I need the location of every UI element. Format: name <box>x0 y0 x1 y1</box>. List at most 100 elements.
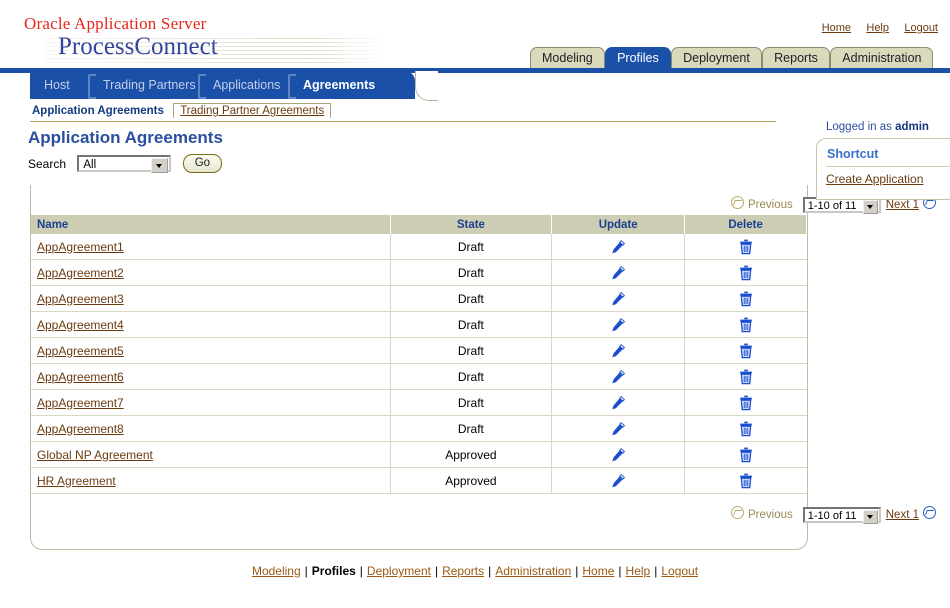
trash-icon[interactable] <box>739 343 753 359</box>
table-body: AppAgreement1 Draft AppAgreement2 Draft AppA… <box>31 234 807 494</box>
pencil-icon[interactable] <box>610 343 626 359</box>
secondary-tab-bar-corner <box>415 71 438 101</box>
page-range-value: 1-10 of 11 <box>807 509 857 522</box>
agreement-link[interactable]: HR Agreement <box>37 474 116 488</box>
tab-reports[interactable]: Reports <box>762 47 830 69</box>
pencil-icon[interactable] <box>610 291 626 307</box>
cell-name: HR Agreement <box>31 467 391 494</box>
tab-modeling[interactable]: Modeling <box>530 47 605 69</box>
search-filter-select[interactable]: All <box>77 155 172 173</box>
footer-link-administration[interactable]: Administration <box>495 564 571 578</box>
cell-delete <box>684 285 807 312</box>
cell-state: Draft <box>390 285 553 312</box>
trash-icon[interactable] <box>739 317 753 333</box>
page-title: Application Agreements <box>28 128 223 147</box>
footer-link-home[interactable]: Home <box>582 564 614 578</box>
next-page-link-top[interactable]: Next 1 <box>886 199 919 211</box>
cell-update <box>551 285 686 312</box>
global-link-home[interactable]: Home <box>822 22 851 34</box>
search-go-button[interactable]: Go <box>182 154 223 173</box>
pencil-icon[interactable] <box>610 265 626 281</box>
column-header-name[interactable]: Name <box>31 215 391 234</box>
agreement-link[interactable]: AppAgreement7 <box>37 396 124 410</box>
trash-icon[interactable] <box>739 291 753 307</box>
pencil-icon[interactable] <box>610 421 626 437</box>
previous-label: Previous <box>748 509 793 521</box>
column-header-update[interactable]: Update <box>551 215 686 234</box>
cell-delete <box>684 259 807 286</box>
tab-separator-3 <box>288 74 296 99</box>
logged-in-prefix: Logged in as <box>826 121 896 133</box>
previous-label: Previous <box>748 199 793 211</box>
footer-separator: | <box>434 564 439 578</box>
trash-icon[interactable] <box>739 239 753 255</box>
chevron-down-icon[interactable] <box>862 199 878 214</box>
pencil-icon[interactable] <box>610 317 626 333</box>
table-row: AppAgreement1 Draft <box>31 234 807 260</box>
footer-link-help[interactable]: Help <box>626 564 651 578</box>
cell-delete <box>684 389 807 416</box>
trash-icon[interactable] <box>739 447 753 463</box>
tab-separator-1 <box>88 74 96 99</box>
agreement-link[interactable]: AppAgreement3 <box>37 292 124 306</box>
subtab-host[interactable]: Host <box>44 71 70 99</box>
table-row: AppAgreement8 Draft <box>31 415 807 442</box>
column-header-delete[interactable]: Delete <box>684 215 807 234</box>
table-row: AppAgreement5 Draft <box>31 337 807 364</box>
footer-link-modeling[interactable]: Modeling <box>252 564 301 578</box>
footer-link-logout[interactable]: Logout <box>661 564 698 578</box>
next-page-link-bottom[interactable]: Next 1 <box>886 509 919 521</box>
tab-deployment[interactable]: Deployment <box>671 47 762 69</box>
pencil-icon[interactable] <box>610 239 626 255</box>
tab-profiles[interactable]: Profiles <box>605 47 671 69</box>
agreement-link[interactable]: AppAgreement1 <box>37 240 124 254</box>
cell-update <box>551 234 686 260</box>
agreement-link[interactable]: AppAgreement2 <box>37 266 124 280</box>
trash-icon[interactable] <box>739 369 753 385</box>
cell-update <box>551 467 686 494</box>
cell-name: AppAgreement5 <box>31 337 391 364</box>
trash-icon[interactable] <box>739 265 753 281</box>
chevron-down-icon[interactable] <box>862 509 878 524</box>
trash-icon[interactable] <box>739 421 753 437</box>
subtab-trading-partner-agreements[interactable]: Trading Partner Agreements <box>173 103 332 118</box>
agreement-link[interactable]: AppAgreement6 <box>37 370 124 384</box>
tab-administration[interactable]: Administration <box>830 47 934 69</box>
subtab-trading-partners[interactable]: Trading Partners <box>103 71 196 99</box>
next-arrow-icon[interactable] <box>923 506 936 519</box>
subtab-agreements[interactable]: Agreements <box>303 71 375 99</box>
subtab-application-agreements[interactable]: Application Agreements <box>30 104 170 118</box>
pencil-icon[interactable] <box>610 447 626 463</box>
global-link-help[interactable]: Help <box>866 22 889 34</box>
shortcut-create-application-link[interactable]: Create Application <box>826 172 923 186</box>
footer-link-deployment[interactable]: Deployment <box>367 564 431 578</box>
subtab-applications[interactable]: Applications <box>213 71 280 99</box>
column-header-state[interactable]: State <box>390 215 553 234</box>
agreement-link[interactable]: AppAgreement8 <box>37 422 124 436</box>
logged-in-status: Logged in as admin <box>826 121 929 133</box>
trash-icon[interactable] <box>739 473 753 489</box>
cell-state: Draft <box>390 259 553 286</box>
shortcut-panel-title: Shortcut <box>827 147 879 161</box>
primary-tab-bar: Modeling Profiles Deployment Reports Adm… <box>530 47 934 69</box>
agreements-table: Name State Update Delete AppAgreement1 Dr… <box>31 215 807 494</box>
global-link-logout[interactable]: Logout <box>904 22 938 34</box>
logo-line-processconnect: ProcessConnect <box>58 33 218 60</box>
agreement-link[interactable]: AppAgreement4 <box>37 318 124 332</box>
pencil-icon[interactable] <box>610 369 626 385</box>
table-header-row: Name State Update Delete <box>31 215 807 234</box>
agreement-link[interactable]: AppAgreement5 <box>37 344 124 358</box>
trash-icon[interactable] <box>739 395 753 411</box>
pencil-icon[interactable] <box>610 473 626 489</box>
logged-in-username: admin <box>895 121 929 133</box>
table-row: AppAgreement4 Draft <box>31 311 807 338</box>
agreement-link[interactable]: Global NP Agreement <box>37 448 153 462</box>
cell-delete <box>684 311 807 338</box>
pencil-icon[interactable] <box>610 395 626 411</box>
chevron-down-icon[interactable] <box>151 158 169 173</box>
product-logo: Oracle Application Server ProcessConnect <box>24 14 386 66</box>
table-row: AppAgreement2 Draft <box>31 259 807 286</box>
page-range-select-bottom[interactable]: 1-10 of 11 <box>802 506 881 524</box>
cell-state: Approved <box>390 441 553 468</box>
footer-link-reports[interactable]: Reports <box>442 564 484 578</box>
